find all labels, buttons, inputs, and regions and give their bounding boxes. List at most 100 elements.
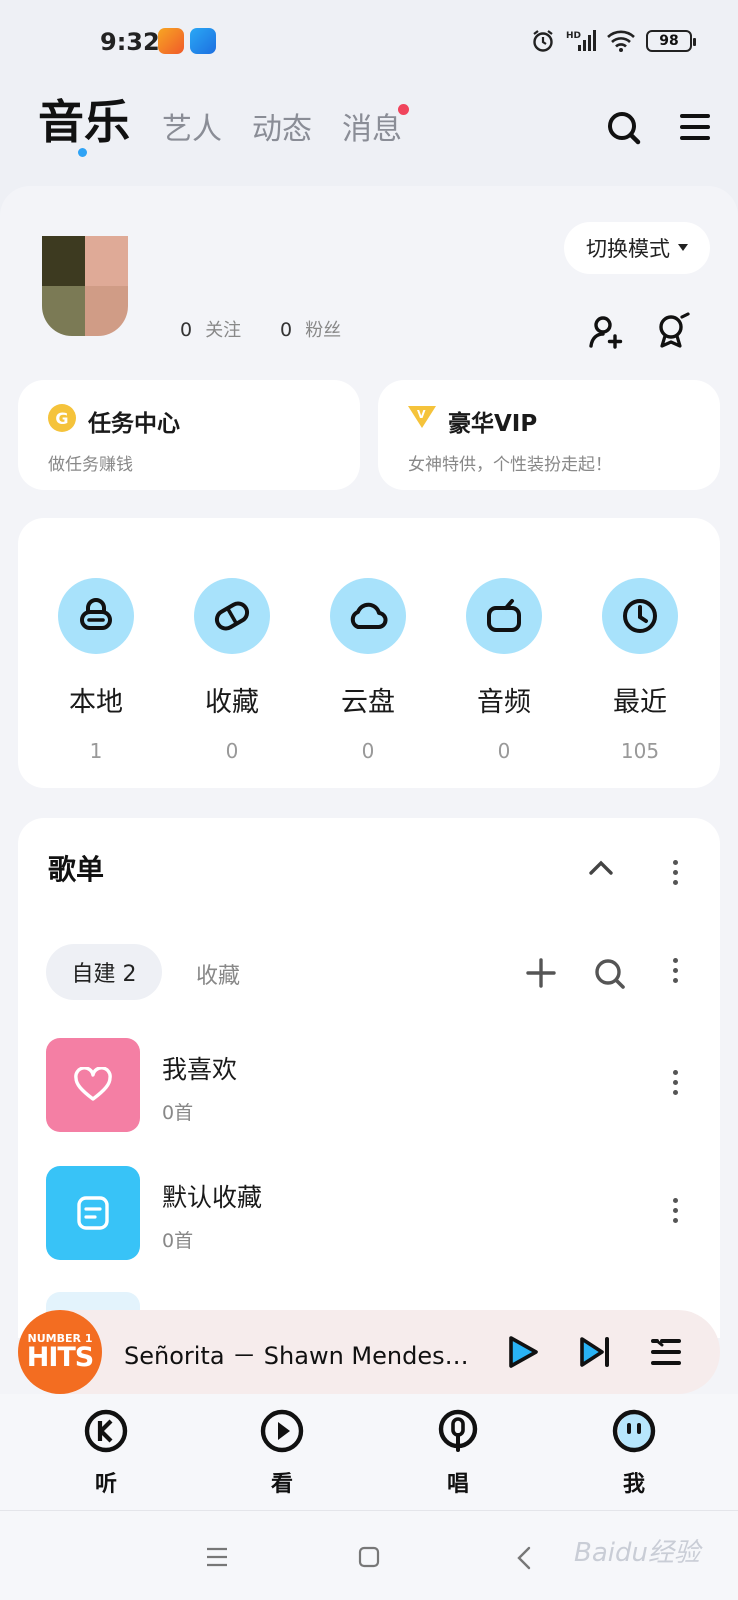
favorite-icon [194, 578, 270, 654]
sing-mic-icon [438, 1409, 478, 1452]
quick-cloud-label: 云盘 [341, 687, 395, 718]
bottom-tab-me-label: 我 [622, 1472, 645, 1497]
battery-indicator: 98 [646, 30, 696, 52]
add-friend-icon[interactable] [588, 314, 624, 350]
cloud-icon [330, 578, 406, 654]
task-center-title: 任务中心 [88, 411, 180, 437]
home-icon[interactable] [358, 1546, 380, 1568]
playlist-tab-more-icon[interactable] [673, 958, 678, 983]
alarm-icon [533, 30, 553, 52]
quick-favorite-label: 收藏 [205, 687, 259, 718]
app-notification-icon [158, 28, 184, 54]
quick-cloud-count: 0 [361, 739, 375, 763]
fans-stat[interactable]: 0 粉丝 [280, 316, 341, 342]
app-notification-icon-2 [190, 28, 216, 54]
playlist-count: 0首 [162, 1102, 194, 1124]
bottom-tab-sing-label: 唱 [446, 1472, 469, 1497]
clock-icon [602, 578, 678, 654]
network-label: HD [566, 31, 581, 41]
bottom-tab-me[interactable]: 我 [594, 1408, 674, 1498]
tab-messages[interactable]: 消息 [342, 104, 402, 148]
play-icon[interactable] [506, 1334, 540, 1370]
badge-icon[interactable] [654, 312, 692, 350]
bottom-tab-sing[interactable]: 唱 [418, 1408, 498, 1498]
playlist-more-icon[interactable] [673, 1070, 678, 1095]
bottom-tab-listen[interactable]: 听 [66, 1408, 146, 1498]
status-icons: HD 98 [530, 28, 696, 54]
playlist-name: 我喜欢 [162, 1055, 238, 1084]
watch-play-icon [260, 1409, 304, 1453]
quick-local-count: 1 [89, 739, 103, 763]
album-art[interactable]: NUMBER 1 HITS [18, 1310, 102, 1394]
tab-created-playlists[interactable]: 自建 2 [46, 944, 162, 1000]
list-item[interactable]: 默认收藏 0首 [46, 1166, 706, 1260]
list-item[interactable]: 我喜欢 0首 [46, 1038, 706, 1132]
playlist-more-icon[interactable] [673, 1198, 678, 1223]
quick-cloud[interactable]: 云盘 0 [313, 578, 423, 763]
vip-title: 豪华VIP [448, 411, 538, 437]
follow-label: 关注 [205, 320, 242, 341]
vip-card[interactable]: V 豪华VIP 女神特供，个性装扮走起！ [378, 380, 720, 490]
bottom-tab-listen-label: 听 [94, 1472, 117, 1497]
switch-mode-label: 切换模式 [586, 237, 670, 261]
playlist-search-icon[interactable] [594, 958, 626, 990]
album-art-line2: HITS [26, 1342, 95, 1373]
playlist-name: 默认收藏 [162, 1183, 263, 1212]
now-playing-text[interactable]: Señorita － Shawn Mendes／Camila Cabello [124, 1336, 474, 1371]
quick-audio[interactable]: 音频 0 [449, 578, 559, 763]
quick-favorite-count: 0 [225, 739, 239, 763]
heart-icon [74, 1067, 112, 1101]
back-icon[interactable] [516, 1546, 532, 1570]
watermark: Baidu经验 [574, 1538, 700, 1568]
avatar[interactable] [42, 236, 128, 336]
me-face-icon [612, 1409, 656, 1453]
local-icon [58, 578, 134, 654]
playlist-cover [46, 1166, 140, 1260]
playlist-queue-icon[interactable] [650, 1336, 682, 1368]
active-tab-indicator [78, 148, 87, 157]
tab-music[interactable]: 音乐 [38, 86, 130, 152]
document-icon [77, 1196, 109, 1230]
vip-diamond-icon: V [408, 406, 436, 428]
tab-feed[interactable]: 动态 [252, 104, 312, 148]
playlist-count: 0首 [162, 1230, 194, 1252]
search-icon[interactable] [606, 110, 642, 146]
vip-subtitle: 女神特供，个性装扮走起！ [408, 455, 612, 475]
playlists-more-icon[interactable] [673, 860, 678, 885]
quick-recent-count: 105 [620, 739, 660, 763]
bottom-tab-watch-label: 看 [270, 1472, 293, 1497]
radio-icon [466, 578, 542, 654]
follow-count: 0 [180, 319, 193, 341]
recents-icon[interactable] [206, 1546, 228, 1568]
quick-recent-label: 最近 [613, 687, 667, 718]
next-track-icon[interactable] [578, 1336, 612, 1368]
menu-icon[interactable] [680, 112, 710, 142]
gold-coin-icon: G [48, 404, 76, 432]
follow-stat[interactable]: 0 关注 [180, 316, 241, 342]
task-center-card[interactable]: G 任务中心 做任务赚钱 [18, 380, 360, 490]
quick-audio-count: 0 [497, 739, 511, 763]
caret-down-icon [678, 244, 688, 251]
playlist-cover [46, 1038, 140, 1132]
message-unread-dot [398, 104, 409, 115]
tab-collected-playlists[interactable]: 收藏 [196, 958, 240, 990]
quick-recent[interactable]: 最近 105 [585, 578, 695, 763]
chevron-up-icon[interactable] [588, 858, 614, 876]
playlists-title: 歌单 [48, 853, 105, 886]
signal-icon: HD [566, 30, 596, 51]
status-time: 9:32 [100, 28, 160, 56]
fans-count: 0 [280, 319, 293, 341]
task-center-subtitle: 做任务赚钱 [48, 455, 133, 475]
listen-k-icon [84, 1409, 128, 1453]
svg-text:V: V [417, 408, 426, 421]
bottom-tab-watch[interactable]: 看 [242, 1408, 322, 1498]
quick-local[interactable]: 本地 1 [41, 578, 151, 763]
switch-mode-button[interactable]: 切换模式 [564, 222, 710, 274]
quick-local-label: 本地 [69, 687, 123, 718]
add-playlist-icon[interactable] [526, 958, 556, 988]
fans-label: 粉丝 [305, 320, 342, 341]
quick-favorite[interactable]: 收藏 0 [177, 578, 287, 763]
quick-audio-label: 音频 [477, 687, 531, 718]
tab-artists[interactable]: 艺人 [162, 104, 222, 148]
wifi-icon [607, 30, 635, 52]
